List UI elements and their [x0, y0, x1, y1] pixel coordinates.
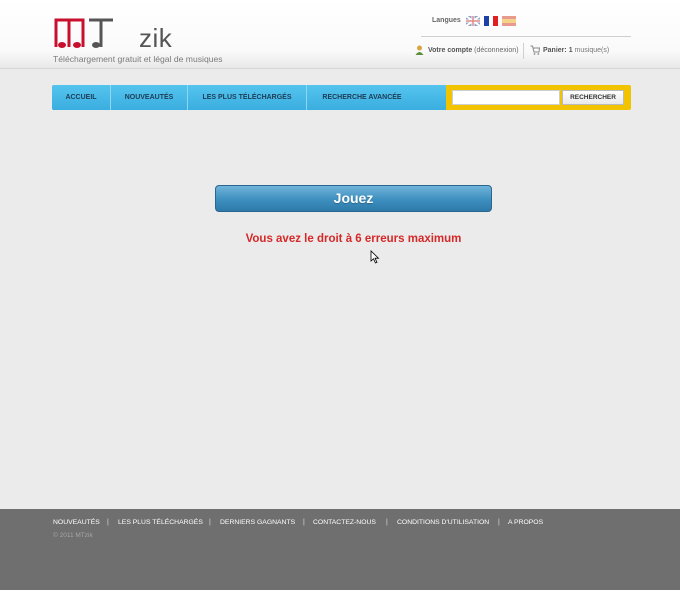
cart-count: 1 [568, 46, 573, 54]
footer-link-a-propos[interactable]: A PROPOS [508, 519, 543, 526]
site-logo[interactable]: zik Téléchargement gratuit et légal de m… [53, 14, 243, 66]
account-area: Votre compte (déconnexion) [415, 45, 519, 57]
search-input[interactable] [452, 90, 560, 105]
footer-divider: | [498, 519, 500, 526]
search-button[interactable]: RECHERCHER [562, 90, 624, 105]
cart-suffix: musique(s) [574, 46, 610, 54]
account-link[interactable]: Votre compte [428, 47, 472, 54]
flag-french-icon[interactable] [484, 16, 498, 26]
cart-icon [530, 45, 540, 55]
play-button[interactable]: Jouez [215, 185, 492, 212]
copyright-text: © 2011 MTzik [53, 532, 93, 539]
languages-label: Langues [432, 17, 461, 24]
footer: NOUVEAUTÉS | LES PLUS TÉLÉCHARGÉS | DERN… [0, 509, 680, 590]
nav-item-plus-telecharges[interactable]: LES PLUS TÉLÉCHARGÉS [188, 85, 306, 110]
nav-menu: ACCUEIL NOUVEAUTÉS LES PLUS TÉLÉCHARGÉS … [52, 85, 446, 110]
footer-divider: | [303, 519, 305, 526]
flag-spanish-icon[interactable] [502, 16, 516, 26]
nav-item-recherche-avancee[interactable]: RECHERCHE AVANCÉE [307, 85, 417, 110]
footer-link-nouveautes[interactable]: NOUVEAUTÉS [53, 519, 100, 526]
account-cart-divider [523, 43, 524, 59]
footer-divider: | [209, 519, 211, 526]
logo-music-note-icon [54, 18, 113, 48]
footer-divider: | [107, 519, 109, 526]
main-navigation: ACCUEIL NOUVEAUTÉS LES PLUS TÉLÉCHARGÉS … [52, 85, 631, 110]
flag-english-icon[interactable] [466, 16, 480, 26]
logo-text: zik [139, 23, 173, 53]
header: zik Téléchargement gratuit et légal de m… [0, 0, 680, 69]
header-divider [421, 36, 631, 37]
user-icon [415, 45, 424, 55]
cart-area[interactable]: Panier: 1 musique(s) [530, 45, 609, 57]
footer-link-derniers-gagnants[interactable]: DERNIERS GAGNANTS [220, 519, 295, 526]
logo-tagline: Téléchargement gratuit et légal de musiq… [53, 54, 223, 64]
logout-link[interactable]: (déconnexion) [474, 47, 518, 54]
cart-label: Panier: [543, 46, 567, 54]
nav-item-nouveautes[interactable]: NOUVEAUTÉS [111, 85, 187, 110]
footer-link-contact[interactable]: CONTACTEZ-NOUS [313, 519, 376, 526]
mouse-cursor-icon [370, 250, 380, 264]
footer-link-plus-telecharges[interactable]: LES PLUS TÉLÉCHARGÉS [118, 519, 203, 526]
error-message: Vous avez le droit à 6 erreurs maximum [245, 233, 462, 245]
footer-divider: | [386, 519, 388, 526]
nav-item-accueil[interactable]: ACCUEIL [52, 85, 110, 110]
footer-link-conditions[interactable]: CONDITIONS D'UTILISATION [397, 519, 489, 526]
